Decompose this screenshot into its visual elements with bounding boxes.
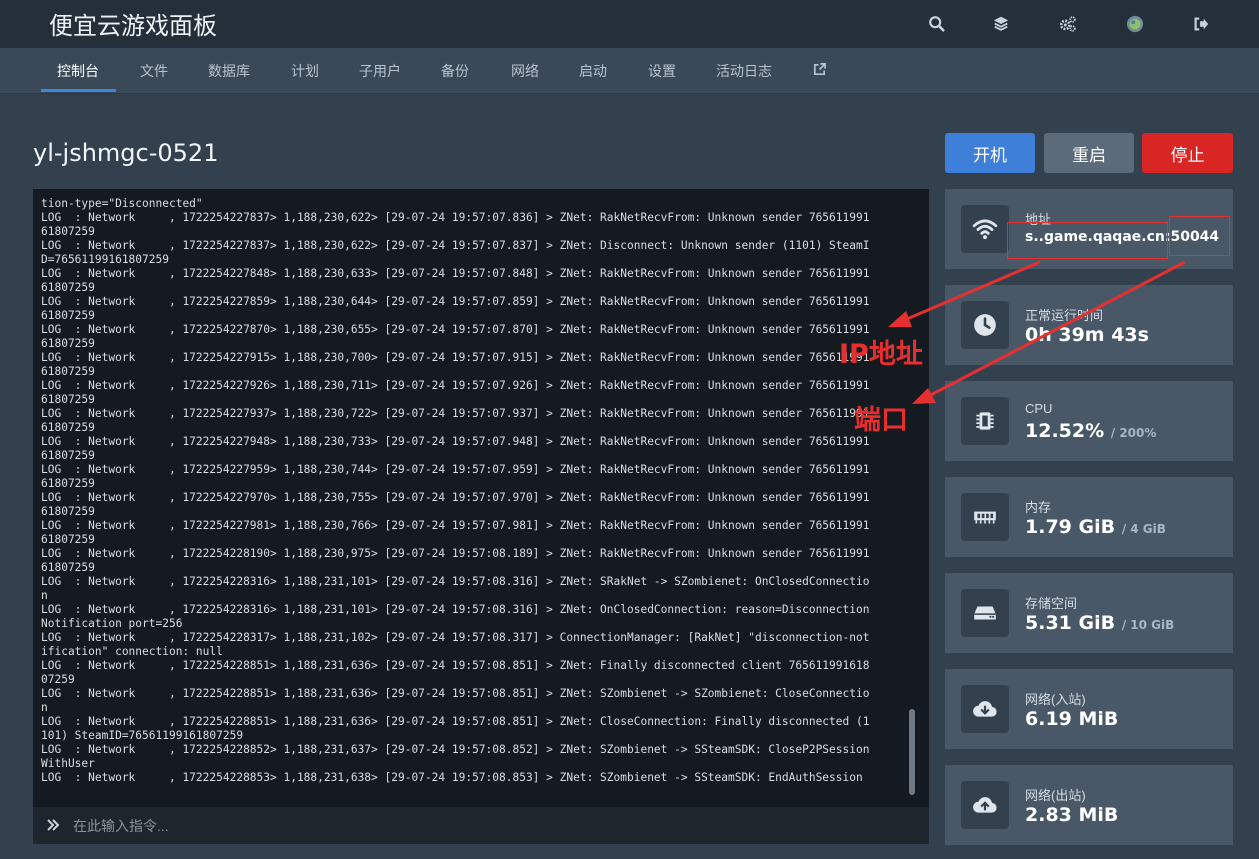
stat-card-memory: 内存 1.79 GiB / 4 GiB [945, 477, 1233, 557]
stat-card-network-in: 网络(入站) 6.19 MiB [945, 669, 1233, 749]
cpu-icon [961, 397, 1009, 445]
memory-icon [961, 493, 1009, 541]
ip-highlight-box [1007, 222, 1168, 259]
tab-startup[interactable]: 启动 [579, 48, 607, 93]
tab-settings[interactable]: 设置 [648, 48, 676, 93]
console-output: tion-type="Disconnected" LOG : Network ,… [33, 189, 929, 807]
console-scrollbar[interactable] [909, 709, 915, 795]
stat-label: 内存 [1025, 500, 1052, 515]
brand-title[interactable]: 便宜云游戏面板 [49, 6, 217, 41]
stat-value: 1.79 GiB / 4 GiB [1025, 516, 1166, 538]
tab-network[interactable]: 网络 [511, 48, 539, 93]
logout-icon[interactable] [1189, 12, 1213, 36]
active-tab-indicator [41, 89, 116, 92]
stat-value: 0h 39m 43s [1025, 324, 1149, 346]
tab-database[interactable]: 数据库 [208, 48, 250, 93]
restart-button[interactable]: 重启 [1044, 133, 1134, 173]
tab-activity-log[interactable]: 活动日志 [716, 48, 772, 93]
storage-icon [961, 589, 1009, 637]
cloud-download-icon [961, 685, 1009, 733]
tab-backups[interactable]: 备份 [441, 48, 469, 93]
stat-value: 6.19 MiB [1025, 708, 1119, 730]
stat-label: 存储空间 [1025, 596, 1078, 611]
stat-value: 12.52% / 200% [1025, 420, 1157, 442]
port-annotation-label: 端口 [854, 405, 908, 436]
wifi-icon [961, 205, 1009, 253]
stat-card-network-out: 网络(出站) 2.83 MiB [945, 765, 1233, 845]
cogs-icon[interactable] [1056, 12, 1080, 36]
command-input[interactable] [71, 813, 915, 839]
command-bar [33, 807, 929, 844]
stat-card-storage: 存储空间 5.31 GiB / 10 GiB [945, 573, 1233, 653]
stat-card-uptime: 正常运行时间 0h 39m 43s [945, 285, 1233, 365]
top-bar: 便宜云游戏面板 [0, 0, 1259, 48]
tab-files[interactable]: 文件 [140, 48, 168, 93]
server-name: yl-jshmgc-0521 [33, 139, 219, 167]
console-log: tion-type="Disconnected" LOG : Network ,… [41, 197, 870, 784]
port-highlight-box [1169, 216, 1230, 256]
stat-label: 网络(出站) [1025, 788, 1086, 803]
start-button[interactable]: 开机 [945, 133, 1035, 173]
stat-label: CPU [1025, 401, 1053, 416]
stat-value: 2.83 MiB [1025, 804, 1119, 826]
clock-icon [961, 301, 1009, 349]
sub-navigation: 控制台 文件 数据库 计划 子用户 备份 网络 启动 设置 活动日志 [0, 48, 1259, 94]
ip-annotation-label: IP地址 [839, 339, 923, 370]
tab-subusers[interactable]: 子用户 [359, 48, 401, 93]
stat-label: 网络(入站) [1025, 692, 1086, 707]
stat-card-cpu: CPU 12.52% / 200% [945, 381, 1233, 461]
search-icon[interactable] [925, 12, 949, 36]
stat-value: 5.31 GiB / 10 GiB [1025, 612, 1175, 634]
tab-console[interactable]: 控制台 [57, 48, 99, 93]
cloud-upload-icon [961, 781, 1009, 829]
external-link-icon[interactable] [812, 62, 827, 78]
stat-label: 正常运行时间 [1025, 308, 1104, 323]
avatar[interactable] [1123, 12, 1147, 36]
layers-icon[interactable] [989, 12, 1013, 36]
chevron-right-icon [45, 817, 61, 833]
tab-schedules[interactable]: 计划 [291, 48, 319, 93]
stop-button[interactable]: 停止 [1142, 133, 1233, 173]
